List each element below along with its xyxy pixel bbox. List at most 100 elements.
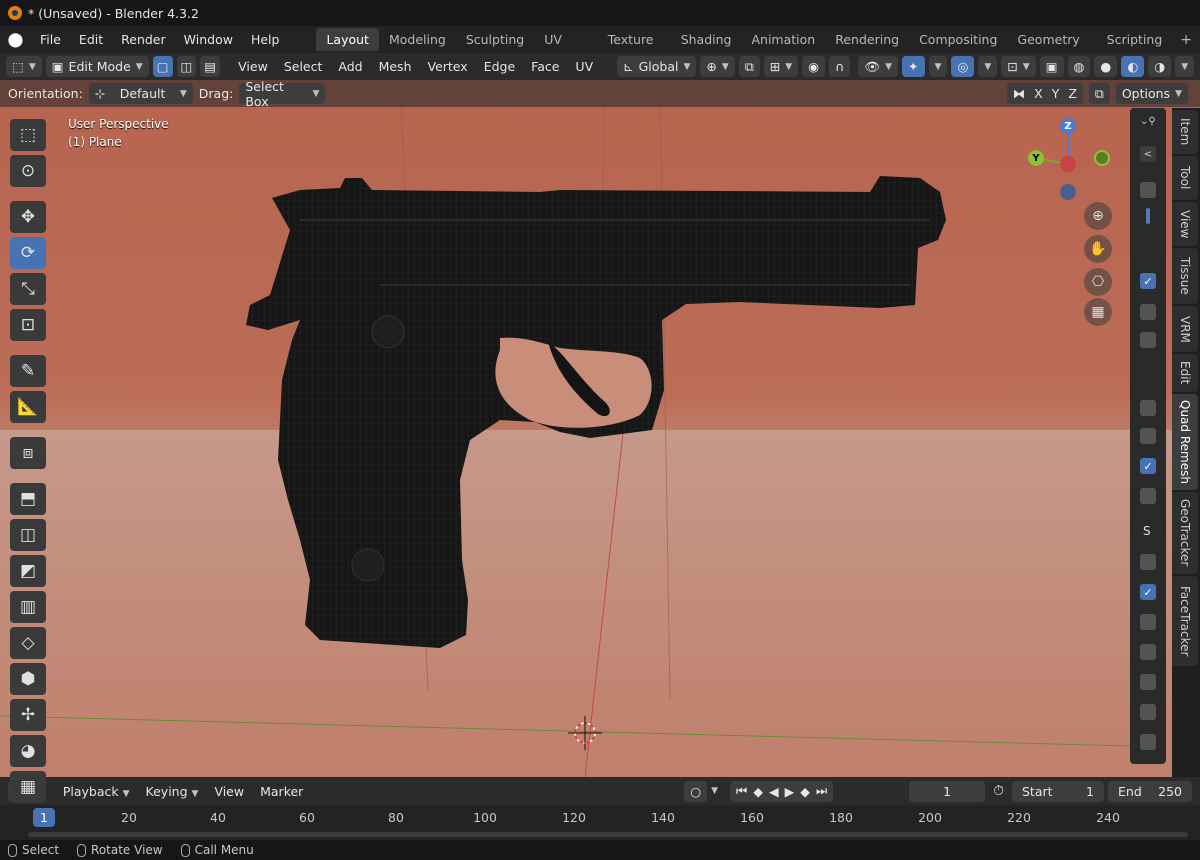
- tab-vrm[interactable]: VRM: [1172, 306, 1198, 352]
- select-box-tool[interactable]: ⬚: [10, 119, 46, 151]
- poly-build-tool[interactable]: ⬢: [10, 663, 46, 695]
- edge-select-button[interactable]: ◫: [176, 56, 197, 77]
- rendered-shading-button[interactable]: ◑: [1148, 56, 1172, 77]
- add-cube-tool[interactable]: ⧈: [10, 437, 46, 469]
- visibility-button[interactable]: 👁 ▼: [858, 56, 899, 77]
- gizmo-toggle-button[interactable]: ✦: [902, 56, 925, 77]
- vertex-select-button[interactable]: ▢: [152, 56, 173, 77]
- menu-vertex[interactable]: Vertex: [422, 59, 474, 74]
- tab-quad-remesh[interactable]: Quad Remesh: [1172, 394, 1198, 490]
- jump-end-icon[interactable]: ⏭: [816, 783, 827, 799]
- menu-help[interactable]: Help: [242, 26, 289, 53]
- playhead[interactable]: 1: [33, 808, 55, 827]
- 3d-viewport[interactable]: [0, 80, 1200, 777]
- inset-tool[interactable]: ◫: [10, 519, 46, 551]
- gizmo-y-axis[interactable]: Y: [1028, 150, 1044, 166]
- tab-sculpting[interactable]: Sculpting: [456, 28, 534, 51]
- menu-render[interactable]: Render: [112, 26, 175, 53]
- menu-keying[interactable]: Keying ▼: [140, 784, 205, 799]
- timeline-scrollbar[interactable]: [28, 832, 1188, 837]
- knife-tool[interactable]: ◇: [10, 627, 46, 659]
- checkbox-3[interactable]: ✓: [1140, 584, 1156, 600]
- loop-cut-tool[interactable]: ▥: [10, 591, 46, 623]
- mirror-y-toggle[interactable]: Y: [1052, 86, 1060, 101]
- tab-rendering[interactable]: Rendering: [825, 28, 909, 51]
- menu-window[interactable]: Window: [175, 26, 242, 53]
- gizmo-dropdown[interactable]: ▼: [928, 56, 948, 77]
- extrude-tool[interactable]: ⬒: [10, 483, 46, 515]
- gizmo-z-neg-axis[interactable]: [1060, 184, 1076, 200]
- menu-view[interactable]: View: [232, 59, 274, 74]
- tab-animation[interactable]: Animation: [741, 28, 825, 51]
- checkbox-1[interactable]: ✓: [1140, 273, 1156, 289]
- current-frame-field[interactable]: 1: [909, 780, 986, 802]
- add-workspace-icon[interactable]: +: [1172, 32, 1200, 48]
- menu-uv[interactable]: UV: [569, 59, 599, 74]
- options-dropdown[interactable]: Options ▼: [1115, 83, 1188, 104]
- panel-field[interactable]: [1140, 332, 1156, 348]
- mode-dropdown[interactable]: ▣ Edit Mode ▼: [45, 56, 149, 77]
- tab-shading[interactable]: Shading: [671, 28, 742, 51]
- transform-tool[interactable]: ⊡: [10, 309, 46, 341]
- menu-timeline-view[interactable]: View: [208, 784, 250, 799]
- panel-field[interactable]: [1140, 674, 1156, 690]
- move-tool[interactable]: ✥: [10, 201, 46, 233]
- rotate-tool[interactable]: ⟳: [10, 237, 46, 269]
- panel-field[interactable]: [1140, 554, 1156, 570]
- menu-edge[interactable]: Edge: [478, 59, 521, 74]
- tab-texture-paint[interactable]: Texture Paint: [598, 28, 671, 70]
- panel-field[interactable]: [1140, 400, 1156, 416]
- panel-field[interactable]: [1140, 182, 1156, 198]
- overlays-toggle-button[interactable]: ◎: [951, 56, 975, 77]
- end-frame-field[interactable]: End 250: [1108, 780, 1192, 802]
- falloff-button[interactable]: ∩: [829, 56, 851, 77]
- panel-options-icon[interactable]: ⌄⚲: [1140, 116, 1156, 127]
- panel-field[interactable]: [1140, 428, 1156, 444]
- tab-view[interactable]: View: [1172, 202, 1198, 246]
- collapse-arrow-icon[interactable]: <: [1140, 146, 1156, 162]
- keying-dropdown[interactable]: ▼: [711, 786, 718, 796]
- tab-scripting[interactable]: Scripting: [1097, 28, 1173, 51]
- smooth-tool[interactable]: ◕: [10, 735, 46, 767]
- overlays-dropdown[interactable]: ▼: [978, 56, 998, 77]
- mirror-x-toggle[interactable]: X: [1034, 86, 1043, 101]
- annotate-tool[interactable]: ✎: [10, 355, 46, 387]
- measure-tool[interactable]: 📐: [10, 391, 46, 423]
- menu-select[interactable]: Select: [278, 59, 329, 74]
- face-select-button[interactable]: ▤: [200, 56, 221, 77]
- tab-geometry-nodes[interactable]: Geometry Nodes: [1007, 28, 1096, 70]
- edge-slide-tool[interactable]: ▦: [10, 771, 46, 803]
- prev-keyframe-icon[interactable]: ◆: [753, 784, 763, 799]
- gizmo-y-neg-axis[interactable]: [1094, 150, 1110, 166]
- panel-field[interactable]: [1140, 488, 1156, 504]
- menu-marker[interactable]: Marker: [254, 784, 309, 799]
- camera-view-icon[interactable]: ⎔: [1084, 268, 1112, 296]
- stopwatch-icon[interactable]: ⏱: [993, 783, 1004, 799]
- play-reverse-icon[interactable]: ◀: [769, 784, 779, 799]
- proportional-edit-button[interactable]: ◉: [802, 56, 826, 77]
- gizmo-z-axis[interactable]: Z: [1060, 118, 1076, 134]
- drag-dropdown[interactable]: Select Box ▼: [239, 79, 326, 109]
- xray-toggle-button[interactable]: ▣: [1039, 56, 1064, 77]
- tab-compositing[interactable]: Compositing: [909, 28, 1007, 51]
- checkbox-2[interactable]: ✓: [1140, 458, 1156, 474]
- menu-edit[interactable]: Edit: [70, 26, 112, 53]
- panel-field[interactable]: [1140, 644, 1156, 660]
- perspective-grid-icon[interactable]: ▦: [1084, 298, 1112, 326]
- shading-dropdown[interactable]: ▼: [1175, 56, 1195, 77]
- next-keyframe-icon[interactable]: ◆: [800, 784, 810, 799]
- mesh-overlays-button[interactable]: ⊡ ▼: [1001, 56, 1036, 77]
- panel-field[interactable]: [1140, 304, 1156, 320]
- start-frame-field[interactable]: Start 1: [1012, 780, 1104, 802]
- panel-field[interactable]: [1140, 734, 1156, 750]
- panel-field[interactable]: [1140, 704, 1156, 720]
- cursor-tool[interactable]: ⊙: [10, 155, 46, 187]
- orientation-dropdown[interactable]: ⊹ Default ▼: [88, 83, 193, 104]
- wireframe-shading-button[interactable]: ◍: [1067, 56, 1091, 77]
- pivot-point-button[interactable]: ⊕ ▼: [700, 56, 735, 77]
- spin-tool[interactable]: ✢: [10, 699, 46, 731]
- panel-slider[interactable]: [1146, 208, 1150, 224]
- tab-tissue[interactable]: Tissue: [1172, 248, 1198, 304]
- playback-controls[interactable]: ⏮ ◆ ◀ ▶ ◆ ⏭: [730, 780, 834, 802]
- tab-layout[interactable]: Layout: [316, 28, 379, 51]
